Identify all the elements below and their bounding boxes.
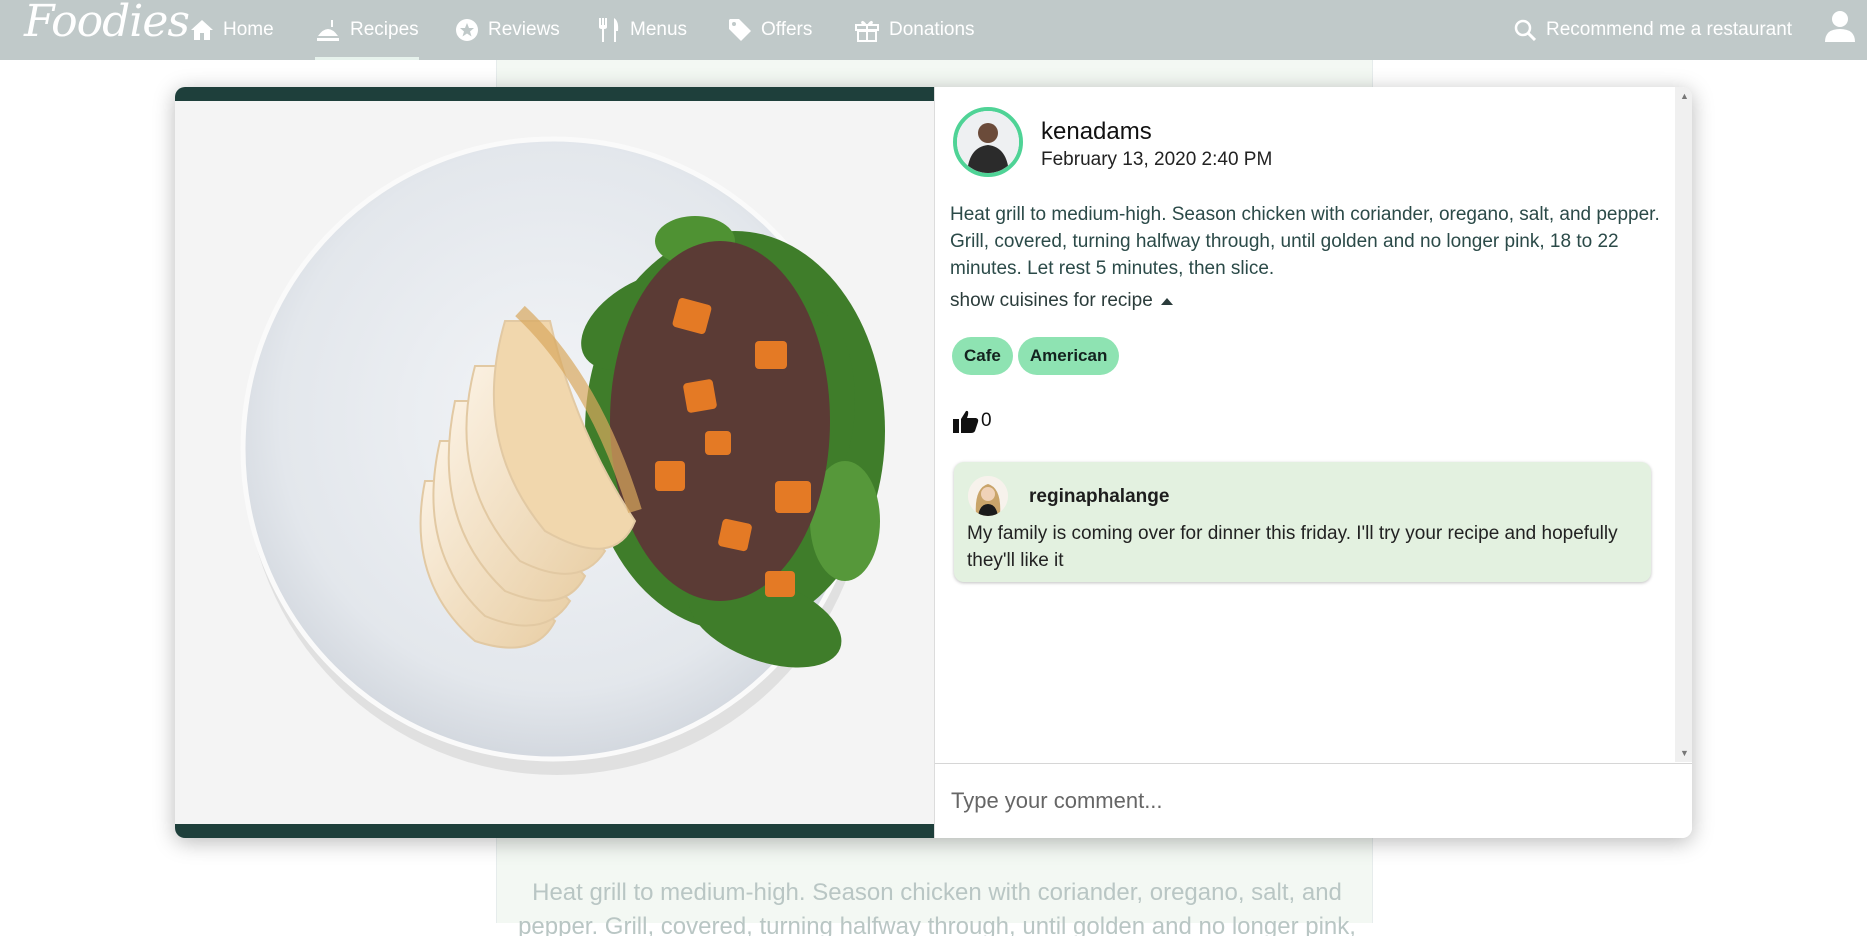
author-avatar-image (957, 111, 1019, 173)
tag-icon (729, 19, 751, 41)
user-profile-icon[interactable] (1825, 10, 1855, 42)
post-date: February 13, 2020 2:40 PM (1041, 149, 1273, 170)
nav-item-reviews[interactable]: Reviews (455, 0, 560, 60)
top-navbar: Foodies Home Recipes Reviews Menus Offer… (0, 0, 1867, 60)
photo-bottom-bar (175, 824, 934, 838)
background-recipe-text: Heat grill to medium-high. Season chicke… (518, 879, 1356, 936)
cuisine-tag[interactable]: American (1017, 337, 1120, 375)
photo-top-bar (175, 87, 934, 101)
star-icon (456, 19, 478, 41)
recipe-photo-pane (175, 87, 934, 838)
author-avatar[interactable] (953, 107, 1023, 177)
recommend-restaurant-link[interactable]: Recommend me a restaurant (1514, 0, 1792, 60)
show-cuisines-toggle[interactable]: show cuisines for recipe (950, 290, 1173, 312)
comment-card: reginaphalange My family is coming over … (954, 462, 1651, 582)
nav-item-menus[interactable]: Menus (597, 0, 687, 60)
thumbs-up-icon (953, 410, 979, 433)
like-count: 0 (981, 410, 992, 431)
nav-item-home[interactable]: Home (190, 0, 274, 60)
recipe-description: Heat grill to medium-high. Season chicke… (950, 204, 1660, 279)
search-icon (1514, 19, 1536, 41)
show-cuisines-label: show cuisines for recipe (950, 290, 1153, 311)
like-button[interactable]: 0 (953, 409, 992, 433)
cuisine-tags: Cafe American (952, 337, 1120, 375)
recipe-photo (240, 136, 885, 775)
recipe-modal: kenadams February 13, 2020 2:40 PM Heat … (175, 87, 1692, 838)
author-name[interactable]: kenadams (1041, 118, 1152, 146)
recipe-detail-scroll-area[interactable]: kenadams February 13, 2020 2:40 PM Heat … (935, 87, 1675, 762)
nav-label: Reviews (488, 19, 560, 40)
commenter-username[interactable]: reginaphalange (1029, 486, 1169, 508)
cuisine-tag[interactable]: Cafe (952, 337, 1013, 375)
detail-scrollbar[interactable]: ▲ ▼ (1675, 87, 1692, 762)
scroll-up-arrow-icon[interactable]: ▲ (1680, 91, 1689, 101)
nav-item-donations[interactable]: Donations (854, 0, 975, 60)
nav-item-offers[interactable]: Offers (728, 0, 812, 60)
nav-label: Home (223, 19, 274, 40)
recipe-detail-pane: kenadams February 13, 2020 2:40 PM Heat … (934, 87, 1692, 838)
nav-label: Recipes (350, 19, 419, 40)
nav-label: Offers (761, 19, 813, 40)
home-icon (191, 20, 213, 40)
recommend-label: Recommend me a restaurant (1546, 19, 1793, 40)
comment-input[interactable] (935, 763, 1692, 838)
foodies-logo[interactable]: Foodies (24, 0, 190, 47)
nav-label: Donations (889, 19, 975, 40)
caret-up-icon (1160, 298, 1173, 305)
nav-item-recipes[interactable]: Recipes (315, 0, 419, 60)
comment-text: My family is coming over for dinner this… (967, 523, 1618, 571)
scroll-down-arrow-icon[interactable]: ▼ (1680, 748, 1689, 758)
utensils-icon (599, 18, 619, 42)
nav-label: Menus (630, 19, 688, 40)
gift-icon (855, 20, 879, 42)
recipe-icon (317, 20, 339, 41)
commenter-avatar[interactable] (968, 476, 1008, 516)
commenter-avatar-image (968, 476, 1008, 516)
